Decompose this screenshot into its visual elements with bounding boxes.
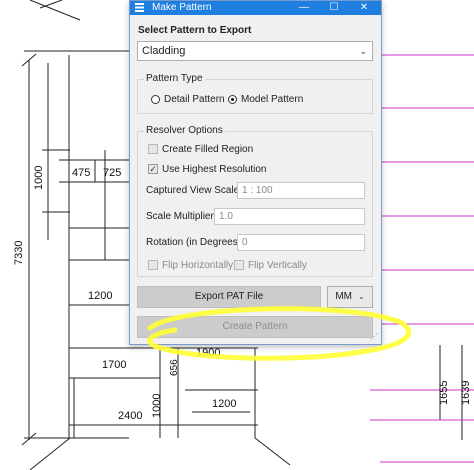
dim-1000-a: 1000 — [33, 166, 45, 190]
minimize-button[interactable]: — — [290, 1, 318, 15]
dim-1200-a: 1200 — [88, 290, 112, 302]
maximize-button[interactable]: ☐ — [320, 1, 348, 15]
dim-1900: 1900 — [196, 347, 220, 359]
dim-475: 475 — [72, 167, 90, 179]
pattern-type-group: Pattern Type Detail Pattern Model Patter… — [137, 73, 373, 114]
chevron-down-icon: ⌄ — [357, 292, 365, 301]
flip-vertically-checkbox[interactable] — [234, 260, 244, 270]
titlebar[interactable]: Make Pattern — ☐ ✕ — [130, 1, 381, 15]
rotation-label: Rotation (in Degrees) — [146, 237, 242, 248]
dim-656: 656 — [169, 359, 180, 376]
create-filled-region-checkbox[interactable] — [148, 144, 158, 154]
make-pattern-dialog: Make Pattern — ☐ ✕ Select Pattern to Exp… — [129, 0, 382, 345]
export-pat-button[interactable]: Export PAT File — [137, 286, 321, 308]
units-select-value: MM — [335, 291, 352, 302]
dim-1000-b: 1000 — [151, 394, 163, 418]
pattern-type-legend: Pattern Type — [144, 73, 205, 84]
dim-1655: 1655 — [438, 381, 450, 405]
scale-multiplier-field[interactable]: 1.0 — [214, 208, 365, 225]
captured-view-scale-label: Captured View Scale — [146, 185, 240, 196]
pattern-select-value: Cladding — [142, 45, 186, 57]
flip-horizontally-label[interactable]: Flip Horizontally — [162, 260, 233, 271]
close-button[interactable]: ✕ — [350, 1, 378, 15]
flip-vertically-label[interactable]: Flip Vertically — [248, 260, 307, 271]
create-pattern-button[interactable]: Create Pattern — [137, 316, 373, 338]
dim-725: 725 — [103, 167, 121, 179]
dim-1639: 1639 — [460, 381, 472, 405]
resize-grip-icon[interactable]: ⋰ — [370, 332, 378, 341]
resolver-options-group: Resolver Options Create Filled Region ✓ … — [137, 125, 373, 277]
create-filled-region-label[interactable]: Create Filled Region — [162, 144, 253, 155]
resolver-options-legend: Resolver Options — [144, 125, 225, 136]
flip-horizontally-checkbox[interactable] — [148, 260, 158, 270]
dim-2400: 2400 — [118, 410, 142, 422]
scale-multiplier-label: Scale Multiplier — [146, 211, 214, 222]
detail-pattern-radio[interactable] — [151, 95, 160, 104]
select-pattern-label: Select Pattern to Export — [138, 25, 252, 36]
model-pattern-label[interactable]: Model Pattern — [241, 94, 303, 105]
model-pattern-radio[interactable] — [228, 95, 237, 104]
units-select[interactable]: MM ⌄ — [327, 286, 373, 308]
window-title: Make Pattern — [152, 2, 212, 13]
rotation-field[interactable]: 0 — [237, 234, 365, 251]
detail-pattern-label[interactable]: Detail Pattern — [164, 94, 225, 105]
dim-1200-b: 1200 — [212, 398, 236, 410]
dim-7330: 7330 — [13, 241, 25, 265]
pattern-select[interactable]: Cladding ⌄ — [137, 41, 373, 61]
chevron-down-icon: ⌄ — [359, 46, 367, 56]
dim-1700: 1700 — [102, 359, 126, 371]
app-icon — [135, 3, 144, 12]
use-highest-resolution-label[interactable]: Use Highest Resolution — [162, 164, 267, 175]
captured-view-scale-field[interactable]: 1 : 100 — [237, 182, 365, 199]
use-highest-resolution-checkbox[interactable]: ✓ — [148, 164, 158, 174]
